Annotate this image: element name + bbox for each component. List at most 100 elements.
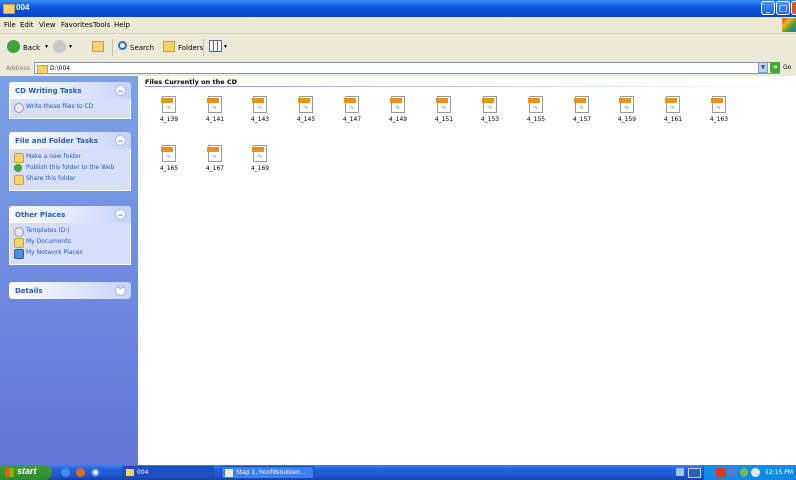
tray-app-icon[interactable] bbox=[716, 468, 726, 477]
back-arrow-icon[interactable] bbox=[7, 40, 20, 53]
publish-web-icon bbox=[14, 164, 22, 172]
expand-chevron-icon[interactable]: ︾ bbox=[115, 285, 126, 296]
quicklaunch-app-icon[interactable] bbox=[91, 468, 100, 477]
file-icon: ↷ bbox=[574, 96, 589, 113]
quicklaunch-firefox-icon[interactable] bbox=[76, 468, 85, 477]
file-item[interactable]: ↷ 4_169 bbox=[240, 145, 280, 172]
quicklaunch-ie-icon[interactable] bbox=[61, 468, 70, 477]
file-name: 4_161 bbox=[663, 116, 683, 123]
folders-button[interactable]: Folders bbox=[178, 44, 203, 52]
panel-header[interactable]: CD Writing Tasks ︽ bbox=[9, 82, 131, 99]
minimize-button[interactable]: _ bbox=[761, 1, 775, 15]
file-item[interactable]: ↷ 4_155 bbox=[516, 96, 556, 123]
my-documents-link[interactable]: My Documents bbox=[10, 238, 130, 248]
menu-help[interactable]: Help bbox=[114, 21, 130, 29]
tray-keyboard-icon[interactable] bbox=[688, 468, 701, 478]
file-name: 4_169 bbox=[250, 165, 270, 172]
window-title: 004 bbox=[16, 3, 30, 12]
collapse-chevron-icon[interactable]: ︽ bbox=[115, 135, 126, 146]
menu-edit[interactable]: Edit bbox=[20, 21, 34, 29]
file-item[interactable]: ↷ 4_167 bbox=[195, 145, 235, 172]
start-button[interactable]: start bbox=[0, 465, 52, 480]
panel-title: Other Places bbox=[15, 211, 66, 219]
back-dropdown-icon[interactable]: ▾ bbox=[45, 43, 48, 50]
file-item[interactable]: ↷ 4_165 bbox=[149, 145, 189, 172]
file-item[interactable]: ↷ 4_163 bbox=[699, 96, 739, 123]
file-name: 4_147 bbox=[342, 116, 362, 123]
write-files-to-cd-link[interactable]: Write these files to CD bbox=[10, 103, 130, 113]
cd-drive-icon bbox=[14, 227, 24, 237]
address-label: Address bbox=[6, 65, 30, 72]
search-button[interactable]: Search bbox=[130, 44, 154, 52]
close-button[interactable] bbox=[791, 1, 796, 15]
file-item[interactable]: ↷ 4_149 bbox=[378, 96, 418, 123]
tray-volume-icon[interactable] bbox=[751, 468, 760, 477]
file-item[interactable]: ↷ 4_159 bbox=[607, 96, 647, 123]
file-icon: ↷ bbox=[252, 145, 267, 162]
file-item[interactable]: ↷ 4_153 bbox=[470, 96, 510, 123]
file-icon: ↷ bbox=[436, 96, 451, 113]
taskbar-button-004[interactable]: 004 bbox=[122, 466, 214, 479]
panel-header[interactable]: Other Places ︽ bbox=[9, 206, 131, 223]
publish-folder-link[interactable]: Publish this folder to the Web bbox=[10, 164, 130, 174]
templates-drive-link[interactable]: Templates (D:) bbox=[10, 227, 130, 237]
menu-favorites[interactable]: Favorites bbox=[61, 21, 93, 29]
file-name: 4_165 bbox=[159, 165, 179, 172]
address-dropdown-button[interactable]: ▼ bbox=[758, 62, 768, 73]
collapse-chevron-icon[interactable]: ︽ bbox=[115, 209, 126, 220]
forward-arrow-icon[interactable] bbox=[53, 40, 66, 53]
menu-view[interactable]: View bbox=[39, 21, 56, 29]
file-item[interactable]: ↷ 4_141 bbox=[195, 96, 235, 123]
tray-display-icon[interactable] bbox=[728, 468, 737, 477]
file-name: 4_167 bbox=[205, 165, 225, 172]
share-folder-link[interactable]: Share this folder bbox=[10, 175, 130, 185]
views-dropdown-icon[interactable]: ▾ bbox=[224, 43, 227, 50]
file-item[interactable]: ↷ 4_161 bbox=[653, 96, 693, 123]
system-tray: 12:15 PM bbox=[703, 465, 796, 480]
file-icon: ↷ bbox=[207, 96, 222, 113]
file-name: 4_143 bbox=[250, 116, 270, 123]
place-label: My Documents bbox=[26, 238, 71, 245]
taskbar: start 004 Stap 1, hoofdstukken... 12:15 … bbox=[0, 465, 796, 480]
go-button[interactable]: Go bbox=[783, 64, 791, 71]
tray-network-icon[interactable] bbox=[740, 468, 748, 477]
search-icon[interactable] bbox=[118, 41, 127, 50]
file-name: 4_145 bbox=[296, 116, 316, 123]
menu-file[interactable]: File bbox=[4, 21, 16, 29]
file-item[interactable]: ↷ 4_139 bbox=[149, 96, 189, 123]
back-button[interactable]: Back bbox=[23, 44, 40, 52]
panel-header[interactable]: File and Folder Tasks ︽ bbox=[9, 132, 131, 149]
file-item[interactable]: ↷ 4_151 bbox=[424, 96, 464, 123]
taskbar-button-stap1[interactable]: Stap 1, hoofdstukken... bbox=[221, 466, 314, 479]
go-arrow-icon[interactable]: ➔ bbox=[770, 62, 780, 73]
tray-tool-icon[interactable] bbox=[676, 468, 684, 476]
folders-icon[interactable] bbox=[163, 41, 175, 52]
file-name: 4_157 bbox=[572, 116, 592, 123]
cd-writing-tasks-panel: CD Writing Tasks ︽ Write these files to … bbox=[9, 82, 131, 119]
file-item[interactable]: ↷ 4_147 bbox=[332, 96, 372, 123]
make-new-folder-link[interactable]: Make a new folder bbox=[10, 153, 130, 163]
file-icon: ↷ bbox=[161, 145, 176, 162]
task-label: Share this folder bbox=[26, 175, 76, 182]
menu-bar: File Edit View Favorites Tools Help bbox=[0, 17, 796, 34]
my-network-places-link[interactable]: My Network Places bbox=[10, 249, 130, 259]
forward-dropdown-icon[interactable]: ▾ bbox=[69, 43, 72, 50]
collapse-chevron-icon[interactable]: ︽ bbox=[115, 85, 126, 96]
address-field[interactable]: D:\004 bbox=[34, 62, 780, 74]
file-and-folder-tasks-panel: File and Folder Tasks ︽ Make a new folde… bbox=[9, 132, 131, 191]
file-name: 4_149 bbox=[388, 116, 408, 123]
clock: 12:15 PM bbox=[765, 469, 793, 476]
address-bar: Address D:\004 bbox=[0, 61, 796, 76]
up-folder-icon[interactable] bbox=[92, 41, 104, 52]
section-divider bbox=[145, 86, 785, 87]
file-item[interactable]: ↷ 4_157 bbox=[562, 96, 602, 123]
details-panel: Details ︾ bbox=[9, 282, 131, 299]
file-icon: ↷ bbox=[207, 145, 222, 162]
file-item[interactable]: ↷ 4_143 bbox=[240, 96, 280, 123]
menu-tools[interactable]: Tools bbox=[93, 21, 110, 29]
maximize-button[interactable]: □ bbox=[776, 1, 790, 15]
address-value: D:\004 bbox=[50, 65, 71, 72]
file-item[interactable]: ↷ 4_145 bbox=[286, 96, 326, 123]
panel-header[interactable]: Details ︾ bbox=[9, 282, 131, 299]
views-icon[interactable] bbox=[209, 40, 222, 52]
